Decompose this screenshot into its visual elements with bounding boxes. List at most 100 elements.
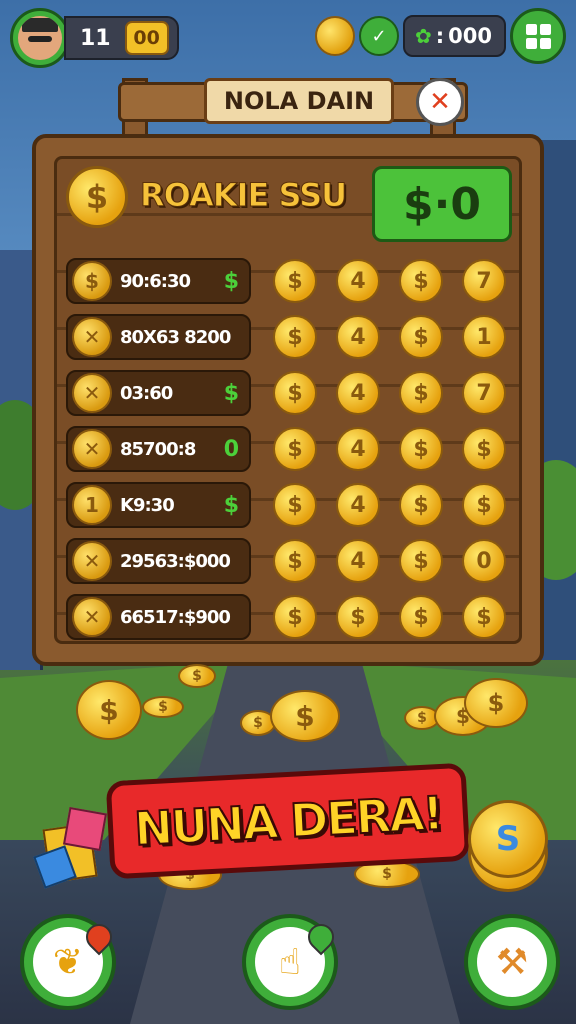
row-label: 29563:$000 xyxy=(120,550,231,572)
row-label: 66517:$900 xyxy=(120,606,231,628)
reward-coin[interactable]: 7 xyxy=(462,371,506,415)
grid-menu-button[interactable] xyxy=(510,8,566,64)
header-value-button[interactable]: $·0 xyxy=(372,166,512,242)
reward-coin[interactable]: $ xyxy=(399,315,443,359)
row-tag: $ xyxy=(223,380,239,406)
reward-row[interactable]: ✕ 85700:8 0 $4 $ $ xyxy=(66,421,506,477)
row-pill: ✕ 03:60 $ xyxy=(66,370,251,416)
currency-hud: ✓ ✿ : 000 xyxy=(314,8,566,64)
reward-coin[interactable]: $ xyxy=(399,259,443,303)
row-tag: $ xyxy=(223,268,239,294)
row-coin-icon: 1 xyxy=(72,485,112,525)
loose-coin: $ xyxy=(142,696,184,718)
reward-coin[interactable]: $ xyxy=(399,427,443,471)
claim-banner-button[interactable]: NUNA DERA! xyxy=(105,762,471,880)
reward-coin[interactable]: 4 xyxy=(336,259,380,303)
reward-row[interactable]: ✕ 29563:$000 $4 $0 xyxy=(66,533,506,589)
reward-coin[interactable]: $ xyxy=(273,259,317,303)
reward-coin[interactable]: $ xyxy=(273,315,317,359)
panel-title: NOLA DAIN xyxy=(204,78,394,124)
reward-row[interactable]: $90:6:30 $ $4 $7 xyxy=(66,253,506,309)
loose-coin: $ xyxy=(464,678,528,728)
wrench-icon: ⚒ xyxy=(477,927,547,997)
tools-button[interactable]: ⚒ xyxy=(464,914,560,1010)
row-coin-icon: ✕ xyxy=(72,597,112,637)
row-coin-icon: ✕ xyxy=(72,373,112,413)
reward-coin[interactable]: 4 xyxy=(336,539,380,583)
grid-cell xyxy=(539,23,551,35)
reward-coin[interactable]: $ xyxy=(273,539,317,583)
reward-coin[interactable]: $ xyxy=(462,483,506,527)
reward-coin[interactable]: 0 xyxy=(462,539,506,583)
reward-coin[interactable]: 4 xyxy=(336,427,380,471)
loose-coin: $ xyxy=(76,680,142,740)
coin-stack[interactable]: S xyxy=(468,800,548,892)
reward-row[interactable]: ✕ 80X63 8200 $4 $1 xyxy=(66,309,506,365)
loose-coin: $ xyxy=(178,664,216,688)
row-coin-icon: ✕ xyxy=(72,317,112,357)
level-badge: 00 xyxy=(124,21,169,55)
row-tag: $ xyxy=(223,492,239,518)
reward-coin[interactable]: $ xyxy=(273,427,317,471)
row-coin-icon: ✕ xyxy=(72,429,112,469)
reward-coin[interactable]: $ xyxy=(399,371,443,415)
row-label: 90:6:30 xyxy=(120,270,191,292)
row-pill: $90:6:30 $ xyxy=(66,258,251,304)
row-label: K9:30 xyxy=(120,494,175,516)
row-label: 03:60 xyxy=(120,382,173,404)
reward-coin[interactable]: 4 xyxy=(336,371,380,415)
reward-coin[interactable]: 7 xyxy=(462,259,506,303)
row-coin-icon: ✕ xyxy=(72,541,112,581)
row-tag: 0 xyxy=(223,436,239,462)
row-coins: $4 $ $ xyxy=(273,427,506,471)
reward-row[interactable]: ✕ 03:60 $ $4 $7 xyxy=(66,365,506,421)
grid-cell xyxy=(525,37,537,49)
map-pin-button[interactable]: ❦ xyxy=(20,914,118,1010)
row-label: 85700:8 xyxy=(120,438,196,460)
reward-row[interactable]: ✕ 66517:$900 $ $ $ $ xyxy=(66,589,506,645)
hand-button[interactable]: ☝ xyxy=(242,914,340,1010)
reward-row[interactable]: 1 K9:30 $ $4 $ $ xyxy=(66,477,506,533)
grid-cell xyxy=(539,37,551,49)
currency-colon: : xyxy=(435,24,445,48)
close-button[interactable]: ✕ xyxy=(416,78,464,126)
row-coins: $ $ $ $ xyxy=(273,595,506,639)
stack-coin-top: S xyxy=(468,800,548,878)
row-pill: ✕ 66517:$900 xyxy=(66,594,251,640)
reward-coin[interactable]: $ xyxy=(462,595,506,639)
row-pill: 1 K9:30 $ xyxy=(66,482,251,528)
row-coins: $4 $0 xyxy=(273,539,506,583)
header-coin-icon: $ xyxy=(66,166,128,228)
grid-cell xyxy=(525,23,537,35)
row-coins: $4 $ $ xyxy=(273,483,506,527)
reward-coin[interactable]: $ xyxy=(399,539,443,583)
currency-value: 000 xyxy=(448,24,492,48)
row-label: 80X63 8200 xyxy=(120,326,231,348)
row-pill: ✕ 29563:$000 xyxy=(66,538,251,584)
reward-coin[interactable]: $ xyxy=(336,595,380,639)
row-pill: ✕ 80X63 8200 xyxy=(66,314,251,360)
gift-boxes[interactable] xyxy=(33,806,110,889)
coin-icon[interactable] xyxy=(314,16,355,56)
clover-gem-icon: ✿ xyxy=(414,24,432,48)
row-coins: $4 $7 xyxy=(273,371,506,415)
reward-coin[interactable]: 4 xyxy=(336,315,380,359)
reward-coin[interactable]: 4 xyxy=(336,483,380,527)
reward-coin[interactable]: $ xyxy=(273,483,317,527)
reward-coin[interactable]: $ xyxy=(273,371,317,415)
reward-coin[interactable]: $ xyxy=(399,483,443,527)
reward-coin[interactable]: $ xyxy=(462,427,506,471)
level-number: 11 xyxy=(80,25,111,51)
player-avatar[interactable] xyxy=(10,8,70,68)
reward-rows: $90:6:30 $ $4 $7 ✕ 80X63 8200 $4 $1 ✕ 03:60 $ $4 $7 ✕… xyxy=(66,253,506,645)
header-title: ROAKIE SSU xyxy=(139,176,347,215)
reward-coin[interactable]: $ xyxy=(273,595,317,639)
player-hud: 11 00 xyxy=(10,8,179,68)
reward-coin[interactable]: 1 xyxy=(462,315,506,359)
row-coins: $4 $1 xyxy=(273,315,506,359)
reward-coin[interactable]: $ xyxy=(399,595,443,639)
row-pill: ✕ 85700:8 0 xyxy=(66,426,251,472)
row-coin-icon: $ xyxy=(72,261,112,301)
currency-pill[interactable]: ✿ : 000 xyxy=(402,15,506,57)
check-icon[interactable]: ✓ xyxy=(358,16,399,56)
